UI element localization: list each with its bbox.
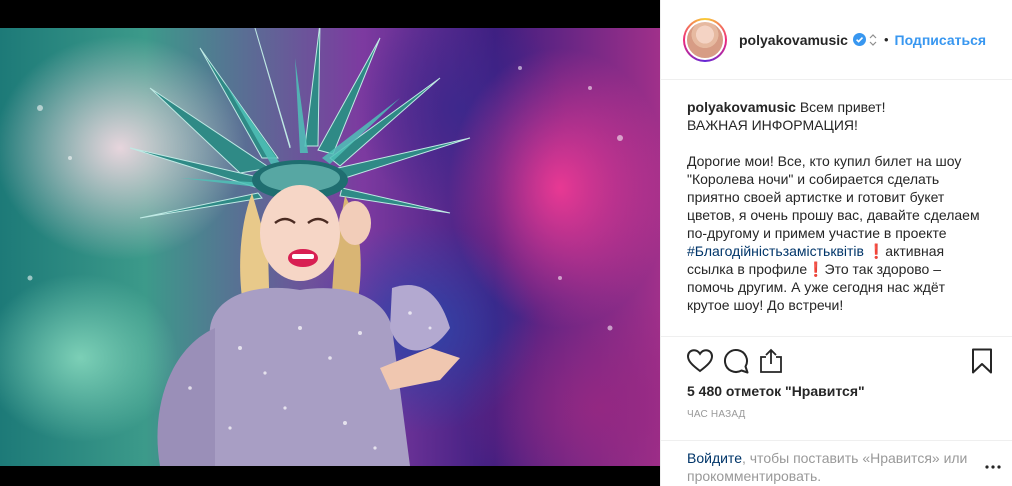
caption-area[interactable]: polyakovamusic Всем привет! ВАЖНАЯ ИНФОР… [661,80,1012,336]
hashtag-link[interactable]: #Благодійністьзамістьквітів [687,243,864,259]
instagram-post: polyakovamusic • Подписаться polyakovamu… [0,0,1012,486]
caption-text: Дорогие мои! Все, кто купил билет на шоу… [687,153,980,241]
header-username[interactable]: polyakovamusic [739,32,848,48]
caption-paragraph: Дорогие мои! Все, кто купил билет на шоу… [687,152,991,314]
heart-icon[interactable] [687,343,723,379]
post-side-panel: polyakovamusic • Подписаться polyakovamu… [660,0,1012,486]
share-icon[interactable] [759,343,795,379]
avatar-image [685,19,725,60]
bookmark-icon[interactable] [957,343,993,379]
login-prompt: Войдите, чтобы поставить «Нравится» или … [661,440,1012,486]
login-link[interactable]: Войдите [687,450,742,466]
actions-area: 5 480 отметок "Нравится" час назад [661,336,1012,440]
post-header: polyakovamusic • Подписаться [661,0,1012,80]
post-timestamp[interactable]: час назад [687,409,993,420]
caption-username[interactable]: polyakovamusic [687,99,796,115]
post-photo[interactable] [0,28,660,466]
likes-count[interactable]: 5 480 отметок "Нравится" [687,383,993,399]
caption-first-line: polyakovamusic Всем привет! [687,98,991,116]
performer-illustration [27,28,623,466]
comment-icon[interactable] [723,343,759,379]
avatar[interactable] [683,17,727,62]
header-separator: • [883,32,889,47]
more-options-icon[interactable] [985,455,1001,473]
caption-line1: Всем привет! [799,99,886,115]
action-row [687,337,993,385]
chevron-down-icon[interactable] [868,33,878,47]
verified-badge-icon [852,33,866,46]
caption-line2: ВАЖНАЯ ИНФОРМАЦИЯ! [687,117,858,133]
post-media[interactable] [0,0,660,486]
caption: polyakovamusic Всем привет! ВАЖНАЯ ИНФОР… [687,98,991,314]
follow-button[interactable]: Подписаться [895,32,987,48]
